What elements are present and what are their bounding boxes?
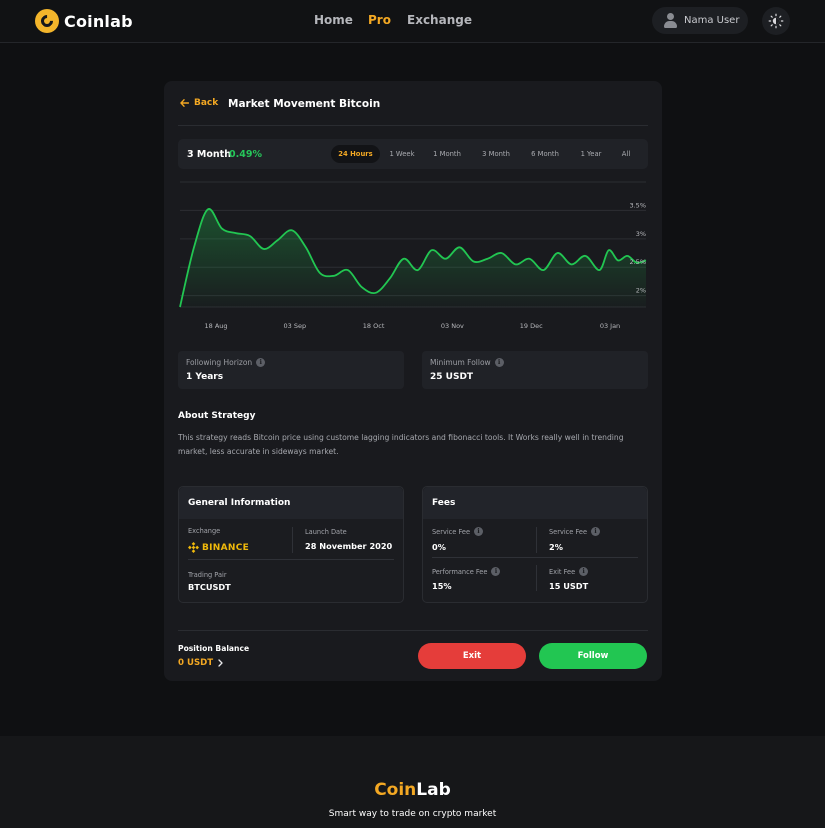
tab-24-hours[interactable]: 24 Hours (331, 145, 380, 163)
general-information-panel: General Information Exchange BINANCE Lau… (178, 486, 404, 603)
divider (292, 527, 293, 553)
footer-logo[interactable]: CoinLab (0, 780, 825, 800)
service-fee-value: 0% (432, 542, 446, 552)
info-icon[interactable]: i (494, 358, 504, 367)
performance-fee-value: 15% (432, 581, 452, 591)
service-fee-2-label: Service Fee (549, 527, 588, 536)
nav-home[interactable]: Home (314, 13, 368, 27)
fees-title: Fees (423, 487, 647, 519)
logo-text: Coinlab (64, 11, 133, 31)
launch-date-label: Launch Date (305, 528, 347, 536)
following-horizon-value: 1 Years (186, 372, 224, 382)
service-fee-2-label-row: Service Fee i (549, 527, 601, 536)
about-strategy-text: This strategy reads Bitcoin price using … (178, 433, 624, 456)
divider (536, 527, 537, 553)
range-label: 3 Month (187, 149, 231, 160)
tab-1-year[interactable]: 1 Year (574, 145, 608, 163)
tab-all[interactable]: All (616, 145, 636, 163)
trading-pair-value: BTCUSDT (188, 582, 231, 592)
minimum-follow-value: 25 USDT (430, 372, 474, 382)
chart-x-tick-label: 03 Jan (600, 322, 620, 330)
footer: CoinLab Smart way to trade on crypto mar… (0, 736, 825, 828)
nav-exchange[interactable]: Exchange (407, 13, 472, 27)
chart-y-tick-label: 3% (636, 230, 646, 238)
page-title: Market Movement Bitcoin (228, 98, 381, 110)
position-balance-link[interactable]: 0 USDT (178, 658, 223, 668)
info-icon[interactable]: i (491, 567, 501, 576)
minimum-follow-label-row: Minimum Follow i (430, 358, 504, 367)
chart-y-tick-label: 4% (636, 179, 646, 181)
user-menu-button[interactable]: Nama User (652, 7, 748, 34)
arrow-left-icon (180, 99, 189, 107)
theme-toggle-button[interactable] (762, 7, 790, 35)
tab-6-month[interactable]: 6 Month (525, 145, 565, 163)
sun-moon-icon (768, 13, 784, 29)
exit-fee-label: Exit Fee (549, 567, 576, 576)
exit-button[interactable]: Exit (418, 643, 526, 669)
info-icon[interactable]: i (591, 527, 601, 536)
chart-x-tick-label: 18 Oct (363, 322, 385, 330)
chart-area-fill (180, 208, 646, 307)
exit-fee-value: 15 USDT (549, 581, 589, 591)
chevron-right-icon (218, 659, 223, 667)
range-change: 0.49% (229, 149, 262, 160)
chart-x-tick-label: 18 Aug (204, 322, 227, 330)
trading-pair-label: Trading Pair (188, 571, 227, 579)
tab-1-week[interactable]: 1 Week (385, 145, 419, 163)
chart-x-tick-label: 03 Nov (441, 322, 464, 330)
chart-x-tick-label: 03 Sep (284, 322, 307, 330)
general-information-title: General Information (179, 487, 403, 519)
divider (536, 565, 537, 591)
chart-y-tick-label: 2% (636, 287, 646, 295)
time-range-bar: 3 Month 0.49% 24 Hours 1 Week 1 Month 3 … (178, 139, 648, 169)
launch-date-value: 28 November 2020 (305, 541, 393, 551)
position-balance-value: 0 USDT (178, 658, 214, 668)
tab-1-month[interactable]: 1 Month (428, 145, 466, 163)
user-name: Nama User (684, 15, 740, 26)
service-fee-label: Service Fee (432, 527, 471, 536)
minimum-follow-box: Minimum Follow i 25 USDT (422, 351, 648, 389)
chart-x-tick-label: 19 Dec (520, 322, 543, 330)
divider (188, 559, 394, 560)
main-nav: Home Pro Exchange (314, 13, 472, 27)
divider (178, 630, 648, 631)
performance-fee-label: Performance Fee (432, 567, 488, 576)
back-button[interactable]: Back (180, 98, 218, 108)
exit-fee-label-row: Exit Fee i (549, 567, 589, 576)
top-nav-bar: Coinlab Home Pro Exchange Nama User (0, 0, 825, 43)
user-avatar-icon (663, 13, 678, 28)
info-icon[interactable]: i (256, 358, 266, 367)
chart-y-tick-label: 3.5% (629, 201, 646, 209)
divider (432, 557, 638, 558)
minimum-follow-label: Minimum Follow (430, 358, 491, 367)
follow-button[interactable]: Follow (539, 643, 647, 669)
binance-logo: BINANCE (188, 542, 249, 553)
nav-pro[interactable]: Pro (368, 13, 407, 27)
tab-3-month[interactable]: 3 Month (476, 145, 516, 163)
strategy-card: Back Market Movement Bitcoin 3 Month 0.4… (164, 81, 662, 681)
service-fee-2-value: 2% (549, 542, 563, 552)
following-horizon-label-row: Following Horizon i (186, 358, 266, 367)
exchange-label: Exchange (188, 527, 221, 535)
info-icon[interactable]: i (474, 527, 484, 536)
fees-panel: Fees Service Fee i 0% Service Fee i 2% P… (422, 486, 648, 603)
footer-tagline: Smart way to trade on crypto market (328, 809, 497, 819)
divider (178, 125, 648, 126)
footer-logo-coin: Coin (374, 780, 417, 800)
footer-logo-lab: Lab (416, 780, 451, 800)
service-fee-label-row: Service Fee i (432, 527, 484, 536)
following-horizon-box: Following Horizon i 1 Years (178, 351, 404, 389)
coinlab-logo[interactable]: Coinlab (35, 9, 133, 33)
price-chart: 4% 3.5% 3% 2.5% 2% 18 Aug 03 Sep 18 Oct 03 Nov 1… (179, 179, 647, 330)
position-balance-label: Position Balance (178, 644, 250, 653)
following-horizon-label: Following Horizon (186, 358, 253, 367)
coinlab-logo-icon (35, 9, 59, 33)
back-label: Back (194, 98, 219, 108)
binance-icon (188, 542, 199, 553)
exchange-value: BINANCE (202, 542, 250, 553)
info-icon[interactable]: i (579, 567, 589, 576)
chart-y-tick-label: 2.5% (629, 258, 646, 266)
performance-fee-label-row: Performance Fee i (432, 567, 501, 576)
about-strategy-title: About Strategy (178, 411, 256, 421)
